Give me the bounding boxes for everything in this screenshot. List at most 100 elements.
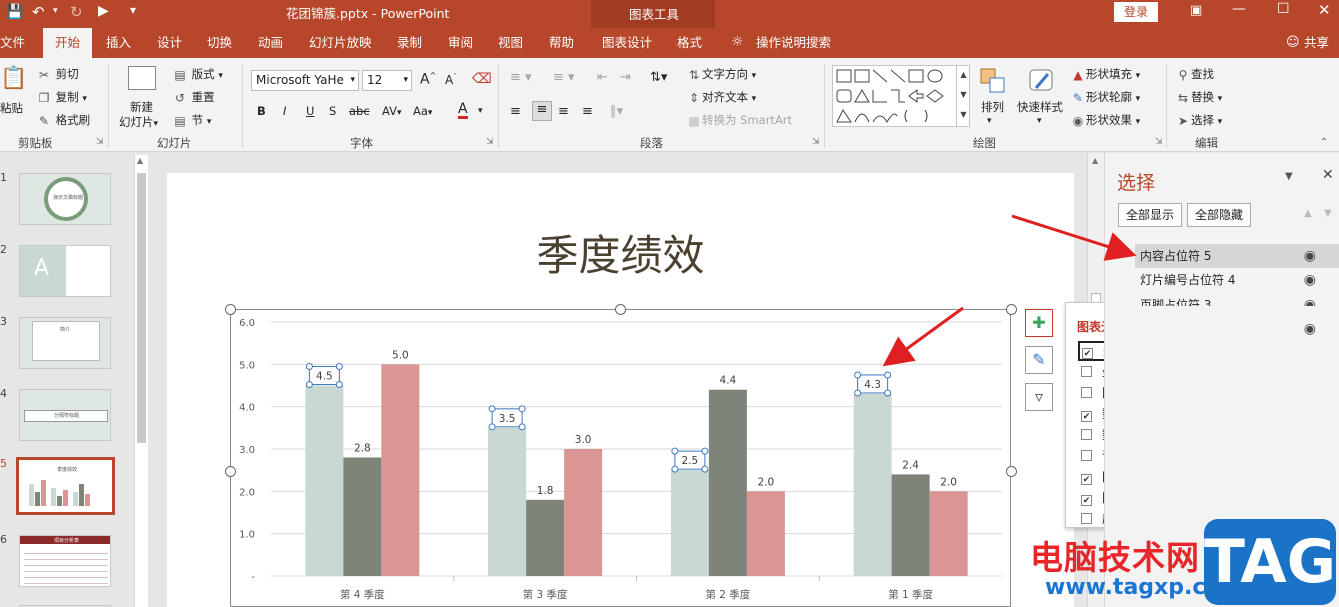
tab-slideshow[interactable]: 幻灯片放映 xyxy=(309,28,372,58)
quick-styles-button[interactable]: 快速样式 xyxy=(1017,99,1063,115)
checkbox[interactable]: ✔ xyxy=(1081,474,1092,485)
bar-q2-s0[interactable] xyxy=(670,470,709,576)
hide-all-button[interactable]: 全部隐藏 xyxy=(1187,203,1252,227)
share-person-icon[interactable]: ☺ xyxy=(1286,35,1300,50)
checkbox[interactable]: ✔ xyxy=(1082,348,1093,359)
bar-q1-s0[interactable] xyxy=(488,427,527,576)
selection-item[interactable]: 灯片编号占位符 4 ◉ xyxy=(1135,268,1339,292)
font-name-box[interactable]: Microsoft YaHe ▾ xyxy=(251,70,359,91)
convert-smartart-button[interactable]: ▩ 转换为 SmartArt xyxy=(686,112,792,128)
thumbnail-scroll-thumb[interactable] xyxy=(137,173,146,443)
close-icon[interactable]: ✕ xyxy=(1318,1,1331,19)
shadow-text-button[interactable]: S xyxy=(329,104,336,118)
justify-icon[interactable]: ≡ xyxy=(582,104,593,119)
checkbox[interactable] xyxy=(1081,450,1092,461)
slide-thumbnail-6[interactable]: 项目分析表 xyxy=(19,535,111,587)
checkbox[interactable]: ✔ xyxy=(1081,411,1092,422)
select-button[interactable]: ➤ 选择 ▾ xyxy=(1175,112,1222,128)
arrange-button[interactable]: 排列 xyxy=(981,99,1004,115)
quick-styles-dropdown-icon[interactable]: ▾ xyxy=(1037,116,1042,126)
font-color-dropdown-icon[interactable]: ▾ xyxy=(478,106,483,116)
tell-me-search[interactable]: 操作说明搜索 xyxy=(756,28,831,58)
align-left-icon[interactable]: ≡ xyxy=(510,104,521,119)
font-color-button[interactable]: A xyxy=(458,102,468,119)
visibility-eye-icon[interactable]: ◉ xyxy=(1304,244,1316,268)
align-text-button[interactable]: ⇕ 对齐文本 ▾ xyxy=(686,89,756,105)
italic-button[interactable]: I xyxy=(283,104,286,118)
chart-frame[interactable]: - 1.0 2.0 3.0 4.0 5.0 6.0 4.5 2.8 5.0 第 4 季度 3.5 1.8… xyxy=(230,309,1011,607)
bullets-icon[interactable]: ≡ ▾ xyxy=(510,70,532,85)
clipboard-launcher-icon[interactable]: ⇲ xyxy=(96,137,104,147)
slide-thumbnail-2[interactable]: A xyxy=(19,245,111,297)
undo-dropdown-icon[interactable]: ▾ xyxy=(53,6,58,16)
login-button[interactable]: 登录 xyxy=(1114,2,1158,22)
text-direction-button[interactable]: ⇅ 文字方向 ▾ xyxy=(686,66,756,82)
shape-outline-button[interactable]: ✎ 形状轮廓 ▾ xyxy=(1070,89,1140,105)
undo-icon[interactable]: ↶ xyxy=(32,3,45,21)
maximize-icon[interactable]: ☐ xyxy=(1277,1,1290,17)
shapes-gallery[interactable] xyxy=(832,65,970,127)
share-button[interactable]: 共享 xyxy=(1304,28,1329,58)
tab-design[interactable]: 设计 xyxy=(157,28,182,58)
font-size-box[interactable]: 12 ▾ xyxy=(362,70,412,91)
chart-styles-brush-icon[interactable]: ✎ xyxy=(1025,346,1053,374)
section-button[interactable]: ▤ 节 ▾ xyxy=(172,112,211,128)
increase-indent-icon[interactable]: ⇥ xyxy=(620,70,631,85)
char-spacing-button[interactable]: AV▾ xyxy=(382,104,402,118)
arrange-dropdown-icon[interactable]: ▾ xyxy=(987,116,992,126)
tab-file[interactable]: 文件 xyxy=(0,28,25,58)
tab-home[interactable]: 开始 xyxy=(43,28,93,58)
shape-fill-button[interactable]: ▲ 形状填充 ▾ xyxy=(1070,66,1140,82)
font-launcher-icon[interactable]: ⇲ xyxy=(486,137,494,147)
shapes-gallery-scroll[interactable]: ▲ ▼ ▼ xyxy=(956,65,970,127)
bar-q1-s1[interactable] xyxy=(526,499,565,576)
tab-chart-design[interactable]: 图表设计 xyxy=(602,28,652,58)
resize-handle-top-left[interactable] xyxy=(225,304,236,315)
chart-filter-icon[interactable]: ▿ xyxy=(1025,383,1053,411)
slide-thumbnail-5[interactable]: 季度绩效 xyxy=(16,457,115,515)
slide-thumbnail-4[interactable]: 分隔符标题 xyxy=(19,389,111,441)
bar-chart[interactable]: - 1.0 2.0 3.0 4.0 5.0 6.0 4.5 2.8 5.0 第 4 季度 3.5 1.8… xyxy=(231,310,1012,607)
slide-title[interactable]: 季度绩效 xyxy=(167,222,1074,283)
align-right-icon[interactable]: ≡ xyxy=(558,104,569,119)
columns-icon[interactable]: ∥▾ xyxy=(610,104,623,119)
strikethrough-button[interactable]: abc xyxy=(349,104,370,118)
bar-q2-s1[interactable] xyxy=(708,389,747,576)
bar-q2-s2[interactable] xyxy=(746,491,785,576)
clear-format-icon[interactable]: ⌫ xyxy=(472,71,492,87)
minimize-icon[interactable]: — xyxy=(1232,1,1246,17)
bar-q1-s2[interactable] xyxy=(564,449,603,576)
scroll-up-icon[interactable]: ▲ xyxy=(137,156,143,165)
checkbox[interactable] xyxy=(1081,513,1092,524)
checkbox[interactable] xyxy=(1081,387,1092,398)
grow-font-button[interactable]: A^ xyxy=(420,71,436,88)
cut-button[interactable]: ✂ 剪切 xyxy=(36,66,79,82)
tab-transitions[interactable]: 切换 xyxy=(207,28,232,58)
tab-help[interactable]: 帮助 xyxy=(549,28,574,58)
ribbon-display-options-icon[interactable]: ▣ xyxy=(1190,3,1202,18)
replace-button[interactable]: ⇆ 替换 ▾ xyxy=(1175,89,1222,105)
numbering-icon[interactable]: ≡ ▾ xyxy=(553,70,575,85)
layout-button[interactable]: ▤ 版式 ▾ xyxy=(172,66,223,82)
bring-forward-icon[interactable]: ▲ xyxy=(1304,208,1312,219)
bar-q0-s1[interactable] xyxy=(343,457,382,576)
paragraph-launcher-icon[interactable]: ⇲ xyxy=(812,137,820,147)
checkbox[interactable] xyxy=(1081,429,1092,440)
tab-insert[interactable]: 插入 xyxy=(106,28,131,58)
thumbnail-scrollbar[interactable]: ▲ xyxy=(134,155,148,607)
decrease-indent-icon[interactable]: ⇤ xyxy=(597,70,608,85)
selection-item[interactable]: ◉ xyxy=(1135,317,1339,341)
change-case-button[interactable]: Aa▾ xyxy=(413,104,432,118)
find-button[interactable]: ⚲ 查找 xyxy=(1175,66,1214,82)
copy-button[interactable]: ❐ 复制 ▾ xyxy=(36,89,87,105)
customize-quick-access-icon[interactable]: ▾ xyxy=(130,3,136,17)
resize-handle-top-right[interactable] xyxy=(1006,304,1017,315)
bold-button[interactable]: B xyxy=(257,104,266,118)
visibility-eye-icon[interactable]: ◉ xyxy=(1304,268,1316,292)
reset-button[interactable]: ↺ 重置 xyxy=(172,89,215,105)
bar-q3-s1[interactable] xyxy=(891,474,930,576)
underline-button[interactable]: U xyxy=(306,104,314,118)
new-slide-label-2[interactable]: 幻灯片▾ xyxy=(119,114,158,130)
save-icon[interactable]: 💾 xyxy=(6,4,23,20)
line-spacing-icon[interactable]: ⇅▾ xyxy=(650,70,667,85)
